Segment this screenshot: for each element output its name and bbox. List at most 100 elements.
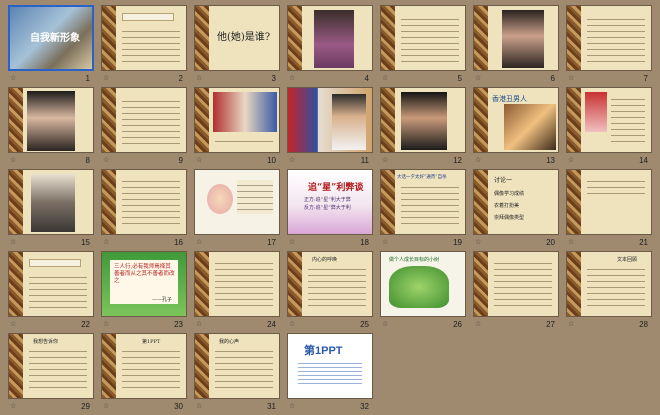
- slide-18-line1: 正方:追“星”利大于弊: [304, 197, 351, 203]
- slide-9-preview: [101, 87, 187, 153]
- slide-thumbnail-17[interactable]: ☆ 17: [194, 169, 288, 251]
- slide-thumbnail-20[interactable]: 讨论一 偶像学习成绩 衣着打扮美 崇拜偶像类型 ☆ 20: [473, 169, 567, 251]
- slide-3-marker: ☆: [196, 74, 203, 82]
- slide-number-26: 26: [453, 320, 462, 329]
- slide-25-title: 内心的呼唤: [312, 257, 338, 263]
- slide-27-marker: ☆: [475, 320, 482, 328]
- slide-20-head: 讨论一: [494, 177, 513, 184]
- slide-1-marker: ☆: [10, 74, 17, 82]
- slide-6-photo: [502, 10, 544, 68]
- slide-number-6: 6: [550, 74, 555, 83]
- slide-11-photo: [332, 94, 366, 150]
- slide-thumbnail-9[interactable]: ☆ 9: [101, 87, 195, 169]
- slide-17-cartoon: [207, 184, 233, 214]
- slide-thumbnail-2[interactable]: ☆ 2: [101, 5, 195, 87]
- slide-thumbnail-4[interactable]: ☆ 4: [287, 5, 381, 87]
- slide-23-author: ——孔子: [152, 297, 173, 303]
- slide-thumbnail-26[interactable]: 做个人成长目标的小树 ☆ 26: [380, 251, 474, 333]
- slide-number-18: 18: [360, 238, 369, 247]
- slide-number-11: 11: [360, 156, 369, 165]
- slide-thumbnail-25[interactable]: 内心的呼唤 ☆ 25: [287, 251, 381, 333]
- slide-20-line1: 偶像学习成绩: [494, 191, 525, 197]
- slide-thumbnail-1[interactable]: 自我新形象 ☆ 1: [8, 5, 102, 87]
- slide-number-7: 7: [643, 74, 648, 83]
- slide-thumbnail-31[interactable]: 我的心声 ☆ 31: [194, 333, 288, 415]
- slide-thumbnail-24[interactable]: ☆ 24: [194, 251, 288, 333]
- slide-32-preview: 第1PPT: [287, 333, 373, 399]
- slide-32-logo: 第1PPT: [304, 345, 343, 357]
- slide-14-preview: [566, 87, 652, 153]
- slide-number-4: 4: [364, 74, 369, 83]
- slide-19-head: 大话一夕太好“通宵”自杀: [397, 175, 447, 180]
- slide-number-23: 23: [174, 320, 183, 329]
- slide-number-10: 10: [267, 156, 276, 165]
- slide-thumbnail-14[interactable]: ☆ 14: [566, 87, 660, 169]
- slide-12-preview: [380, 87, 466, 153]
- slide-thumbnail-18[interactable]: 追“星”利弊谈 正方:追“星”利大于弊 反方:追“星”弊大于利 ☆ 18: [287, 169, 381, 251]
- slide-17-marker: ☆: [196, 238, 203, 246]
- slide-3-preview: 他(她)是谁?: [194, 5, 280, 71]
- slide-thumbnail-23[interactable]: 三人行,必有我师焉择其善者而从之其不善者而改之 ——孔子 ☆ 23: [101, 251, 195, 333]
- slide-31-title: 我的心声: [219, 339, 240, 345]
- slide-21-marker: ☆: [568, 238, 575, 246]
- slide-30-title: 第1PPT: [142, 339, 161, 345]
- slide-thumbnail-27[interactable]: ☆ 27: [473, 251, 567, 333]
- slide-number-22: 22: [81, 320, 90, 329]
- slide-20-preview: 讨论一 偶像学习成绩 衣着打扮美 崇拜偶像类型: [473, 169, 559, 235]
- slide-number-17: 17: [267, 238, 276, 247]
- slide-7-marker: ☆: [568, 74, 575, 82]
- slide-number-16: 16: [174, 238, 183, 247]
- slide-13-photo: [504, 104, 556, 150]
- slide-26-tree: [389, 266, 449, 308]
- slide-6-preview: [473, 5, 559, 71]
- slide-thumbnail-8[interactable]: ☆ 8: [8, 87, 102, 169]
- slide-thumbnail-5[interactable]: ☆ 5: [380, 5, 474, 87]
- slide-thumbnail-22[interactable]: ☆ 22: [8, 251, 102, 333]
- slide-8-photo: [27, 91, 75, 151]
- slide-2-preview: [101, 5, 187, 71]
- slide-28-marker: ☆: [568, 320, 575, 328]
- slide-26-marker: ☆: [382, 320, 389, 328]
- slide-15-preview: [8, 169, 94, 235]
- slide-15-photo: [31, 174, 75, 232]
- slide-thumbnail-13[interactable]: 香港丑男人 ☆ 13: [473, 87, 567, 169]
- slide-number-20: 20: [546, 238, 555, 247]
- slide-thumbnail-11[interactable]: ☆ 11: [287, 87, 381, 169]
- slide-number-3: 3: [271, 74, 276, 83]
- slide-13-preview: 香港丑男人: [473, 87, 559, 153]
- slide-number-12: 12: [453, 156, 462, 165]
- slide-thumbnail-28[interactable]: 文本回顾 ☆ 28: [566, 251, 660, 333]
- slide-4-photo: [314, 10, 354, 68]
- slide-21-preview: [566, 169, 652, 235]
- slide-19-marker: ☆: [382, 238, 389, 246]
- slide-30-preview: 第1PPT: [101, 333, 187, 399]
- slide-thumbnail-21[interactable]: ☆ 21: [566, 169, 660, 251]
- slide-thumbnail-7[interactable]: ☆ 7: [566, 5, 660, 87]
- slide-thumbnail-3[interactable]: 他(她)是谁? ☆ 3: [194, 5, 288, 87]
- slide-16-preview: [101, 169, 187, 235]
- slide-number-1: 1: [85, 74, 90, 83]
- slide-thumbnail-12[interactable]: ☆ 12: [380, 87, 474, 169]
- slide-thumbnail-10[interactable]: ☆ 10: [194, 87, 288, 169]
- slide-14-photo: [585, 92, 607, 132]
- slide-14-marker: ☆: [568, 156, 575, 164]
- slide-10-preview: [194, 87, 280, 153]
- slide-thumbnail-32[interactable]: 第1PPT ☆ 32: [287, 333, 381, 415]
- slide-26-preview: 做个人成长目标的小树: [380, 251, 466, 317]
- slide-thumbnail-15[interactable]: ☆ 15: [8, 169, 102, 251]
- slide-thumbnail-6[interactable]: ☆ 6: [473, 5, 567, 87]
- slide-4-marker: ☆: [289, 74, 296, 82]
- slide-23-quote: 三人行,必有我师焉择其善者而从之其不善者而改之: [114, 264, 175, 284]
- slide-number-2: 2: [178, 74, 183, 83]
- slide-10-marker: ☆: [196, 156, 203, 164]
- slide-thumbnail-19[interactable]: 大话一夕太好“通宵”自杀 ☆ 19: [380, 169, 474, 251]
- slide-28-preview: 文本回顾: [566, 251, 652, 317]
- slide-23-preview: 三人行,必有我师焉择其善者而从之其不善者而改之 ——孔子: [101, 251, 187, 317]
- slide-31-preview: 我的心声: [194, 333, 280, 399]
- slide-11-preview: [287, 87, 373, 153]
- slide-thumbnail-16[interactable]: ☆ 16: [101, 169, 195, 251]
- slide-28-title: 文本回顾: [617, 257, 638, 263]
- slide-number-13: 13: [546, 156, 555, 165]
- slide-thumbnail-29[interactable]: 我想告诉你 ☆ 29: [8, 333, 102, 415]
- slide-thumbnail-30[interactable]: 第1PPT ☆ 30: [101, 333, 195, 415]
